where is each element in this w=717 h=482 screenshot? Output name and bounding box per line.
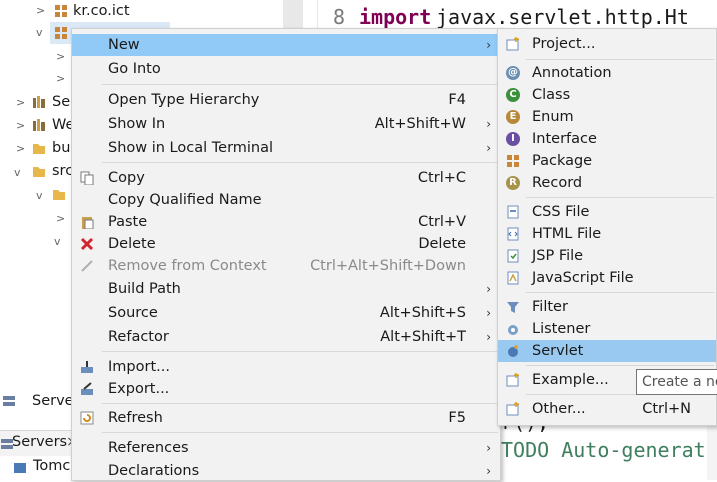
delete-icon [80,237,94,251]
tree-item-package[interactable]: kr.co.ict [73,0,130,22]
menu-item-open-type-hierarchy[interactable]: Open Type Hierarchy F4 [72,89,500,111]
menu-item-new[interactable]: New › [72,34,500,56]
html-file-icon [507,227,519,241]
folder-icon [33,167,45,177]
import-keyword: import [359,5,432,29]
folder-icon [53,190,65,200]
menu-item-show-in[interactable]: Show In Alt+Shift+W › [72,113,500,135]
menu-item-enum[interactable]: E Enum [498,106,716,128]
menu-item-import[interactable]: Import... [72,356,500,378]
collapse-arrow-icon[interactable]: v [14,166,21,179]
expand-arrow-icon[interactable]: > [36,4,45,17]
expand-arrow-icon[interactable]: > [16,119,25,132]
todo-comment: TODO Auto-generat [501,438,706,462]
collapse-arrow-icon[interactable]: v [36,189,43,202]
line-number: 8 [333,5,346,29]
import-icon [81,361,93,373]
menu-item-export[interactable]: Export... [72,378,500,400]
servers-tab[interactable]: Servers [12,434,67,450]
menu-item-project[interactable]: Project... [498,33,716,55]
export-icon [81,382,93,395]
expand-arrow-icon[interactable]: > [16,142,25,155]
menu-item-remove-from-context: Remove from Context Ctrl+Alt+Shift+Down [72,255,500,277]
class-icon: C [506,88,520,102]
menu-item-build-path[interactable]: Build Path › [72,278,500,300]
menu-item-filter[interactable]: Filter [498,296,716,318]
menu-item-package[interactable]: Package [498,150,716,172]
explorer-scrollbar-top[interactable] [283,0,303,30]
javascript-file-icon [507,271,519,285]
folder-icon [33,144,45,154]
menu-item-servlet[interactable]: Servlet [498,340,716,362]
refresh-icon [80,411,94,425]
annotation-icon: @ [506,66,520,80]
servlet-icon [508,345,518,357]
copy-icon [80,171,94,185]
menu-item-go-into[interactable]: Go Into [72,58,500,80]
expand-arrow-icon[interactable]: > [56,50,65,63]
tooltip: Create a ne [636,369,717,395]
package-icon [55,5,67,17]
library-icon [33,119,45,131]
new-submenu: Project... @ Annotation C Class E Enum I… [497,28,717,426]
tree-item-build[interactable]: bu [52,137,70,159]
paste-icon [82,217,94,229]
menu-item-copy-qualified-name[interactable]: Copy Qualified Name [72,189,500,211]
menu-item-css-file[interactable]: CSS File [498,201,716,223]
menu-item-refresh[interactable]: Refresh F5 [72,407,500,429]
context-menu: New › Go Into Open Type Hierarchy F4 Show … [71,28,501,481]
menu-item-class[interactable]: C Class [498,84,716,106]
menu-item-annotation[interactable]: @ Annotation [498,62,716,84]
interface-icon: I [506,132,520,146]
example-icon [506,373,519,387]
new-other-icon [506,402,519,416]
tomcat-server-icon [14,463,26,473]
expand-arrow-icon[interactable]: > [16,96,25,109]
tree-item-src[interactable]: src [52,160,73,182]
listener-icon [508,325,518,335]
menu-item-refactor[interactable]: Refactor Alt+Shift+T › [72,326,500,348]
menu-item-references[interactable]: References › [72,437,500,459]
jsp-file-icon [507,249,519,263]
menu-item-copy[interactable]: Copy Ctrl+C [72,167,500,189]
expand-arrow-icon[interactable]: > [56,72,65,85]
library-icon [33,96,45,108]
menu-item-html-file[interactable]: HTML File [498,223,716,245]
menu-item-other[interactable]: Other... Ctrl+N [498,398,716,420]
expand-arrow-icon[interactable]: > [56,212,65,225]
menu-item-record[interactable]: R Record [498,172,716,194]
enum-icon: E [506,110,520,124]
record-icon: R [506,176,520,190]
collapse-arrow-icon[interactable]: v [54,235,61,248]
menu-item-source[interactable]: Source Alt+Shift+S › [72,302,500,324]
menu-item-interface[interactable]: I Interface [498,128,716,150]
new-project-icon [506,37,519,51]
menu-item-javascript-file[interactable]: JavaScript File [498,267,716,289]
server-icon [3,396,15,406]
menu-item-delete[interactable]: Delete Delete [72,233,500,255]
package-icon [507,155,519,167]
menu-item-show-in-local-terminal[interactable]: Show in Local Terminal › [72,137,500,159]
tree-item-tomcat[interactable]: Tomc [33,458,70,474]
filter-icon [507,302,519,313]
package-icon [55,27,67,39]
remove-context-icon [81,260,93,272]
import-statement: javax.servlet.http.Ht [436,5,689,29]
collapse-arrow-icon[interactable]: v [36,26,43,39]
css-file-icon [507,205,519,219]
menu-item-paste[interactable]: Paste Ctrl+V [72,211,500,233]
menu-item-jsp-file[interactable]: JSP File [498,245,716,267]
menu-item-listener[interactable]: Listener [498,318,716,340]
